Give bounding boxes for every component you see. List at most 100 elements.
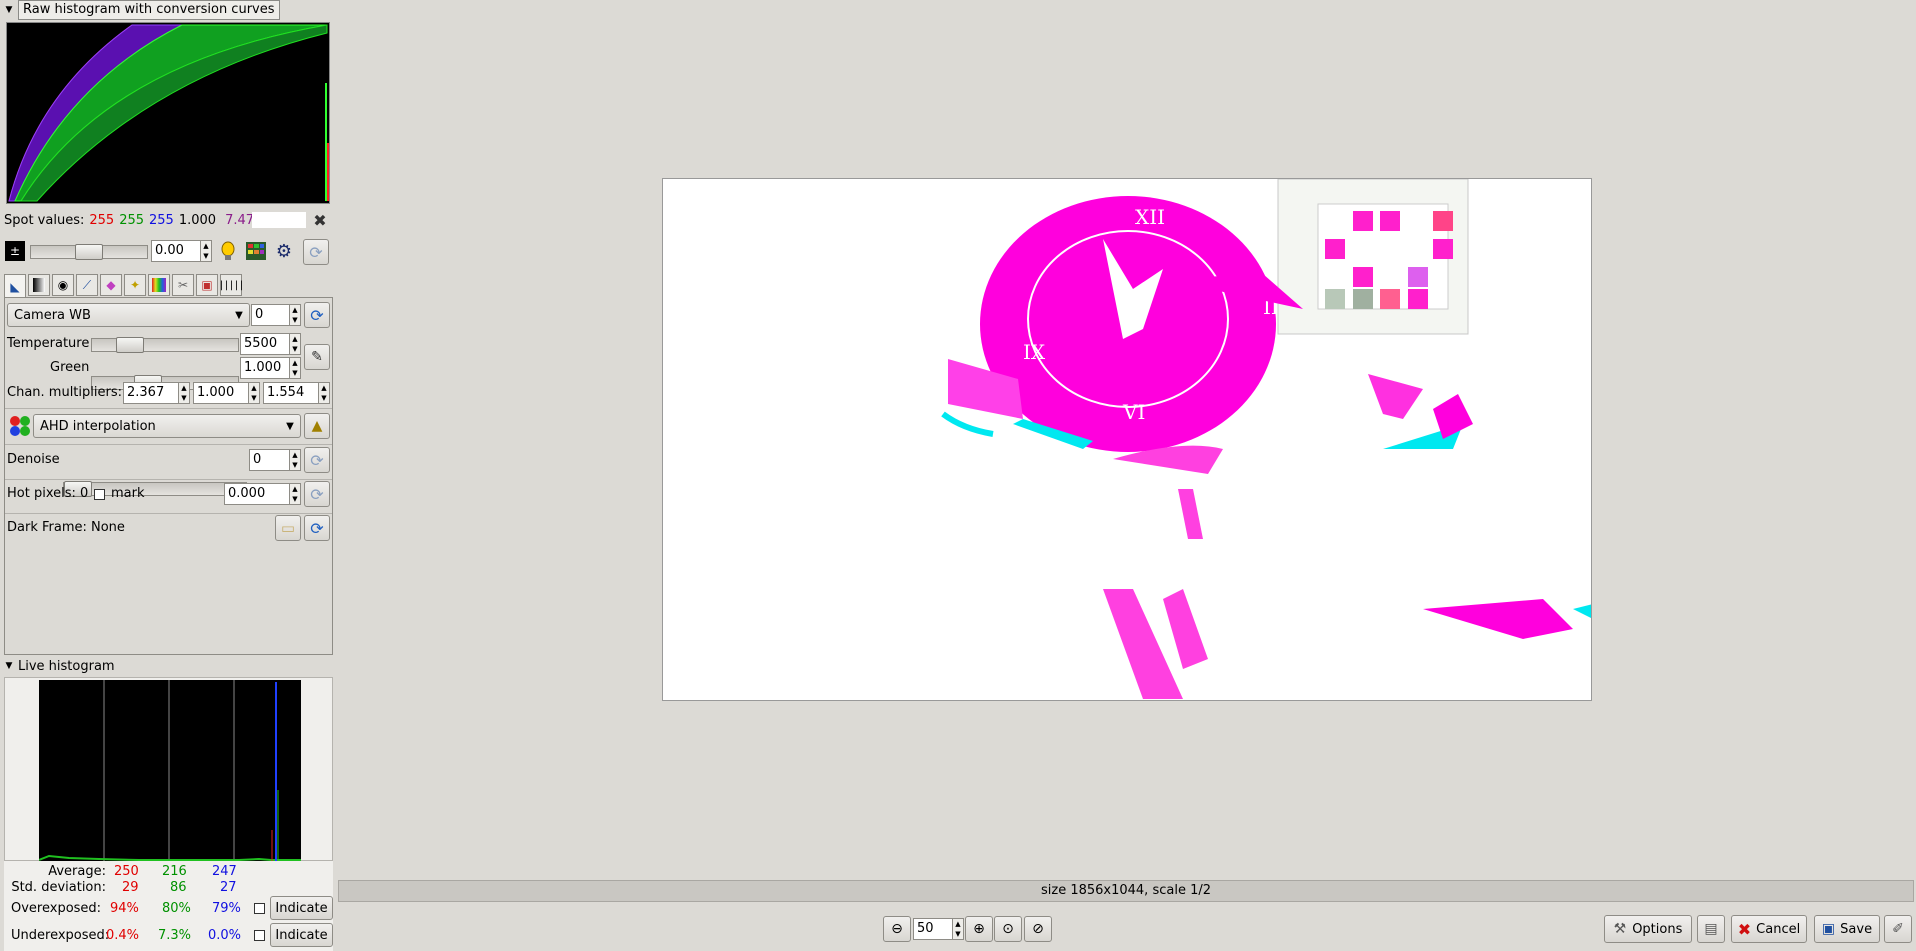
spot-value-b: 255 — [149, 212, 174, 228]
tab-crop[interactable]: ✂ — [172, 274, 194, 296]
left-panel: ▼ Raw histogram with conversion curves S… — [0, 0, 336, 951]
spot-color-swatch — [252, 212, 306, 228]
tab-corrections[interactable]: ✦ — [124, 274, 146, 296]
overexposed-indicate-button[interactable]: Indicate — [270, 896, 333, 920]
chan-multiplier-g-spinner[interactable]: ▲ ▼ — [249, 382, 260, 404]
zoom-input[interactable]: 50 — [913, 918, 953, 940]
tab-grayscale[interactable] — [28, 274, 50, 296]
stddev-r: 29 — [122, 880, 139, 895]
spot-wb-button[interactable]: ✎ — [304, 344, 330, 370]
svg-text:XII: XII — [1135, 205, 1165, 229]
temperature-slider[interactable] — [91, 337, 239, 353]
denoise-reset-button[interactable]: ⟳ — [304, 447, 330, 473]
denoise-input[interactable]: 0 — [249, 449, 290, 471]
indicate-label: Indicate — [275, 900, 328, 916]
green-spinner[interactable]: ▲ ▼ — [290, 357, 301, 379]
tab-save[interactable]: ▣ — [196, 274, 218, 296]
tab-base-curve[interactable]: ⟋ — [76, 274, 98, 296]
temperature-slider-knob[interactable] — [116, 337, 144, 353]
smoothing-button[interactable]: ▲ — [304, 413, 330, 439]
denoise-spinner[interactable]: ▲ ▼ — [290, 449, 301, 471]
save-button[interactable]: ▣ Save — [1814, 915, 1880, 943]
chan-multiplier-r-spinner[interactable]: ▲ ▼ — [179, 382, 190, 404]
denoise-slider[interactable] — [63, 481, 247, 497]
exposure-slider-knob[interactable] — [75, 244, 103, 260]
dropdown-arrow-icon: ▼ — [235, 309, 243, 321]
spot-values-label: Spot values: — [4, 212, 85, 228]
preview-image-content: XII III VI IX — [941, 179, 1591, 699]
overexposed-g: 80% — [162, 901, 191, 916]
underexposed-label: Underexposed: — [11, 928, 110, 943]
exposure-spinner[interactable]: ▲ ▼ — [201, 240, 212, 262]
send-to-gimp-button[interactable]: ✐ — [1884, 915, 1912, 943]
close-spot-icon[interactable]: ✖ — [311, 211, 329, 230]
white-balance-icon: ◣ — [10, 279, 20, 294]
preview-image[interactable]: XII III VI IX — [662, 178, 1592, 701]
dark-frame-open-button[interactable]: ▭ — [275, 515, 301, 541]
corrections-icon: ✦ — [129, 278, 141, 292]
separator — [5, 444, 332, 445]
hot-pixels-mark-checkbox[interactable] — [94, 489, 105, 500]
gears-settings-icon[interactable]: ⚙ — [272, 239, 296, 263]
wb-fine-tune-spinner[interactable]: ▲ ▼ — [290, 304, 301, 326]
status-bar: size 1856x1044, scale 1/2 — [338, 880, 1914, 902]
overexposed-r: 94% — [110, 901, 139, 916]
dropdown-arrow-icon: ▼ — [286, 420, 294, 432]
green-input[interactable]: 1.000 — [240, 357, 290, 379]
zoom-100-button[interactable]: ⊘ — [1024, 916, 1052, 942]
exposure-reset-button[interactable]: ⟳ — [303, 239, 329, 265]
spot-values-row: Spot values: 255 255 255 1.000 7.47 — [4, 212, 254, 228]
color-management-icon: ◆ — [106, 278, 116, 292]
hot-pixels-input[interactable]: 0.000 — [224, 483, 290, 505]
conversion-curves — [8, 24, 329, 202]
chan-multiplier-b-input[interactable]: 1.554 — [263, 382, 319, 404]
overexposed-indicate-checkbox[interactable] — [254, 903, 265, 914]
chan-multiplier-b-spinner[interactable]: ▲ ▼ — [319, 382, 330, 404]
average-g: 216 — [162, 864, 187, 879]
save-label: Save — [1840, 921, 1873, 937]
interpolation-value: AHD interpolation — [40, 418, 156, 434]
spot-value-ev: 7.47 — [225, 212, 255, 228]
underexposed-indicate-checkbox[interactable] — [254, 930, 265, 941]
dark-frame-reset-button[interactable]: ⟳ — [304, 515, 330, 541]
tab-lightness[interactable] — [148, 274, 170, 296]
dark-frame-label: Dark Frame: — [7, 520, 87, 535]
tab-exif[interactable]: ||||| — [218, 274, 245, 296]
temperature-spinner[interactable]: ▲ ▼ — [290, 333, 301, 355]
wb-reset-button[interactable]: ⟳ — [304, 302, 330, 328]
denoise-label: Denoise — [7, 452, 60, 467]
hot-pixels-spinner[interactable]: ▲ ▼ — [290, 483, 301, 505]
tab-color-management[interactable]: ◆ — [100, 274, 122, 296]
hot-pixels-reset-button[interactable]: ⟳ — [304, 481, 330, 507]
exposure-slider[interactable] — [30, 244, 148, 260]
smoothing-icon: ▲ — [311, 418, 323, 434]
chan-multiplier-r-input[interactable]: 2.367 — [123, 382, 179, 404]
wb-fine-tune-input[interactable]: 0 — [251, 304, 290, 326]
zoom-spinner[interactable]: ▲ ▼ — [953, 918, 964, 940]
wb-preset-value: Camera WB — [14, 307, 91, 323]
zoom-in-button[interactable]: ⊕ — [965, 916, 993, 942]
tab-white-balance[interactable]: ◣ — [4, 274, 26, 298]
chan-multiplier-g-input[interactable]: 1.000 — [193, 382, 249, 404]
underexposed-indicate-button[interactable]: Indicate — [270, 923, 333, 947]
interpolation-combo[interactable]: AHD interpolation ▼ — [33, 414, 301, 438]
color-chart-icon[interactable] — [244, 239, 268, 263]
delete-button[interactable]: ▤ — [1697, 915, 1725, 943]
wb-preset-combo[interactable]: Camera WB ▼ — [7, 303, 250, 327]
temperature-input[interactable]: 5500 — [240, 333, 290, 355]
exposure-input[interactable]: 0.00 — [151, 240, 201, 262]
auto-exposure-bulb-icon[interactable] — [216, 239, 240, 263]
raw-histogram-expander[interactable]: ▼ Raw histogram with conversion curves — [4, 0, 280, 20]
stddev-b: 27 — [220, 880, 237, 895]
zoom-fit-button[interactable]: ⊙ — [994, 916, 1022, 942]
cancel-label: Cancel — [1756, 921, 1801, 937]
zoom-out-button[interactable]: ⊖ — [883, 916, 911, 942]
live-histogram-expander[interactable]: ▼ Live histogram — [4, 657, 115, 675]
options-button[interactable]: ⚒ Options — [1604, 915, 1692, 943]
crop-icon: ✂ — [177, 278, 189, 292]
tab-lens[interactable]: ◉ — [52, 274, 74, 296]
separator — [5, 408, 332, 409]
cancel-button[interactable]: ✖ Cancel — [1731, 915, 1807, 943]
interpolation-icon — [9, 415, 31, 437]
spot-value-g: 255 — [119, 212, 145, 228]
